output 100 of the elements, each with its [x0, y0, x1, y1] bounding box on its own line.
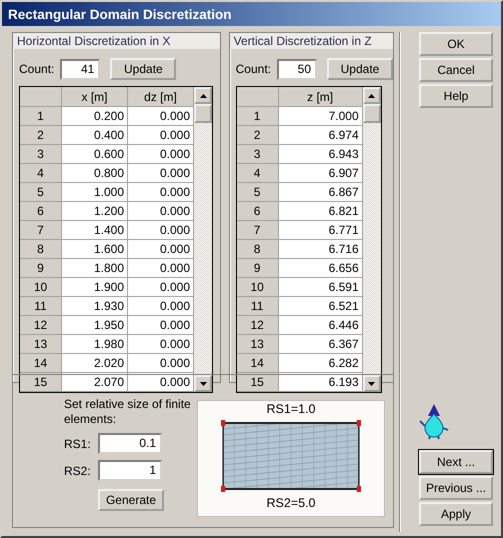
row-number: 5 [20, 183, 62, 202]
table-cell: 6.521 [278, 297, 363, 316]
dialog-button[interactable]: Help [419, 84, 493, 108]
count-field[interactable]: 50 [277, 58, 317, 80]
table-cell: 6.656 [278, 259, 363, 278]
table-cell: 1.800 [62, 259, 128, 278]
table-cell: 6.591 [278, 278, 363, 297]
count-field[interactable]: 41 [60, 58, 100, 80]
dialog-button[interactable]: OK [419, 32, 493, 56]
table-cell: 0.000 [128, 126, 194, 145]
scroll-up-button[interactable] [194, 87, 212, 104]
table-cell: 6.907 [278, 164, 363, 183]
table-cell: 0.000 [128, 107, 194, 126]
row-number: 3 [20, 145, 62, 164]
table-cell: 1.930 [62, 297, 128, 316]
scroll-up-icon [200, 94, 206, 98]
row-number: 7 [20, 221, 62, 240]
table-cell: 0.400 [62, 126, 128, 145]
row-number: 13 [20, 335, 62, 354]
table-cell: 0.200 [62, 107, 128, 126]
row-number: 11 [236, 297, 279, 316]
table-cell: 0.000 [128, 145, 194, 164]
table-cell: 6.771 [278, 221, 363, 240]
scroll-down-button[interactable] [194, 375, 212, 392]
row-number: 2 [236, 126, 279, 145]
group-title: Vertical Discretization in Z [230, 33, 393, 49]
table-cell: 6.943 [278, 145, 363, 164]
table-cell: 6.867 [278, 183, 363, 202]
table-cell: 0.000 [128, 278, 194, 297]
scrollbar-thumb[interactable] [362, 104, 381, 123]
row-number: 3 [236, 145, 279, 164]
table-cell: 6.446 [278, 316, 363, 335]
row-number: 8 [20, 240, 62, 259]
scroll-down-icon [200, 382, 206, 386]
row-number: 13 [236, 335, 279, 354]
table-cell: 1.000 [62, 183, 128, 202]
row-number: 6 [236, 202, 279, 221]
column-header: z [m] [278, 87, 363, 107]
row-number: 8 [236, 240, 279, 259]
table-cell: 0.000 [128, 335, 194, 354]
scrollbar[interactable] [194, 87, 212, 392]
count-label: Count: [19, 62, 54, 76]
table-cell: 1.900 [62, 278, 128, 297]
row-number: 4 [236, 164, 279, 183]
dialog-button[interactable]: Apply [419, 502, 493, 526]
scroll-down-button[interactable] [362, 375, 381, 392]
table-cell: 0.000 [128, 354, 194, 373]
dialog-button[interactable]: Next ... [419, 450, 493, 474]
window-title: Rectangular Domain Discretization [2, 2, 501, 26]
table-cell: 0.000 [128, 373, 194, 392]
table-cell: 1.200 [62, 202, 128, 221]
table-cell: 1.950 [62, 316, 128, 335]
count-label: Count: [236, 62, 271, 76]
scrollbar[interactable] [362, 87, 381, 392]
field-label: RS1: [64, 436, 92, 450]
table-cell: 0.000 [128, 164, 194, 183]
table-cell: 6.193 [278, 373, 363, 392]
dialog-button[interactable]: Previous ... [419, 476, 493, 500]
table-cell: 6.716 [278, 240, 363, 259]
table-cell: 0.000 [128, 202, 194, 221]
column-header: x [m] [62, 87, 128, 107]
table-cell: 2.070 [62, 373, 128, 392]
scroll-down-icon [368, 382, 376, 386]
dialog-button[interactable]: Cancel [419, 58, 493, 82]
table-cell: 0.000 [128, 221, 194, 240]
row-number: 14 [236, 354, 279, 373]
row-number: 6 [20, 202, 62, 221]
row-number: 1 [236, 107, 279, 126]
table-cell: 0.600 [62, 145, 128, 164]
row-number: 15 [236, 373, 279, 392]
scroll-up-button[interactable] [362, 87, 381, 104]
table-cell: 0.000 [128, 316, 194, 335]
group-title: Horizontal Discretization in X [13, 33, 220, 49]
input-field[interactable]: 1 [98, 460, 162, 481]
preview-label: RS2=5.0 [266, 495, 316, 511]
update-button[interactable]: Update [110, 58, 176, 80]
table-cell: 6.282 [278, 354, 363, 373]
row-number: 11 [20, 297, 62, 316]
column-header: dz [m] [128, 87, 194, 107]
row-number: 5 [236, 183, 279, 202]
scrollbar-thumb[interactable] [194, 104, 212, 123]
row-number: 15 [20, 373, 62, 392]
input-field[interactable]: 0.1 [98, 433, 162, 454]
table-cell: 2.020 [62, 354, 128, 373]
table-cell: 0.000 [128, 183, 194, 202]
row-number: 14 [20, 354, 62, 373]
update-button[interactable]: Update [327, 58, 393, 80]
preview-label: RS1=1.0 [266, 401, 316, 417]
row-number: 9 [20, 259, 62, 278]
table-cell: 0.800 [62, 164, 128, 183]
table-cell: 0.000 [128, 297, 194, 316]
table-cell: 0.000 [128, 240, 194, 259]
table-cell: 1.600 [62, 240, 128, 259]
droplet-icon [419, 402, 449, 440]
instruction-text: Set relative size of finite elements: [64, 397, 192, 427]
row-number: 4 [20, 164, 62, 183]
generate-button[interactable]: Generate [98, 489, 164, 511]
field-label: RS2: [64, 464, 92, 478]
row-number: 9 [236, 259, 279, 278]
row-number: 10 [236, 278, 279, 297]
